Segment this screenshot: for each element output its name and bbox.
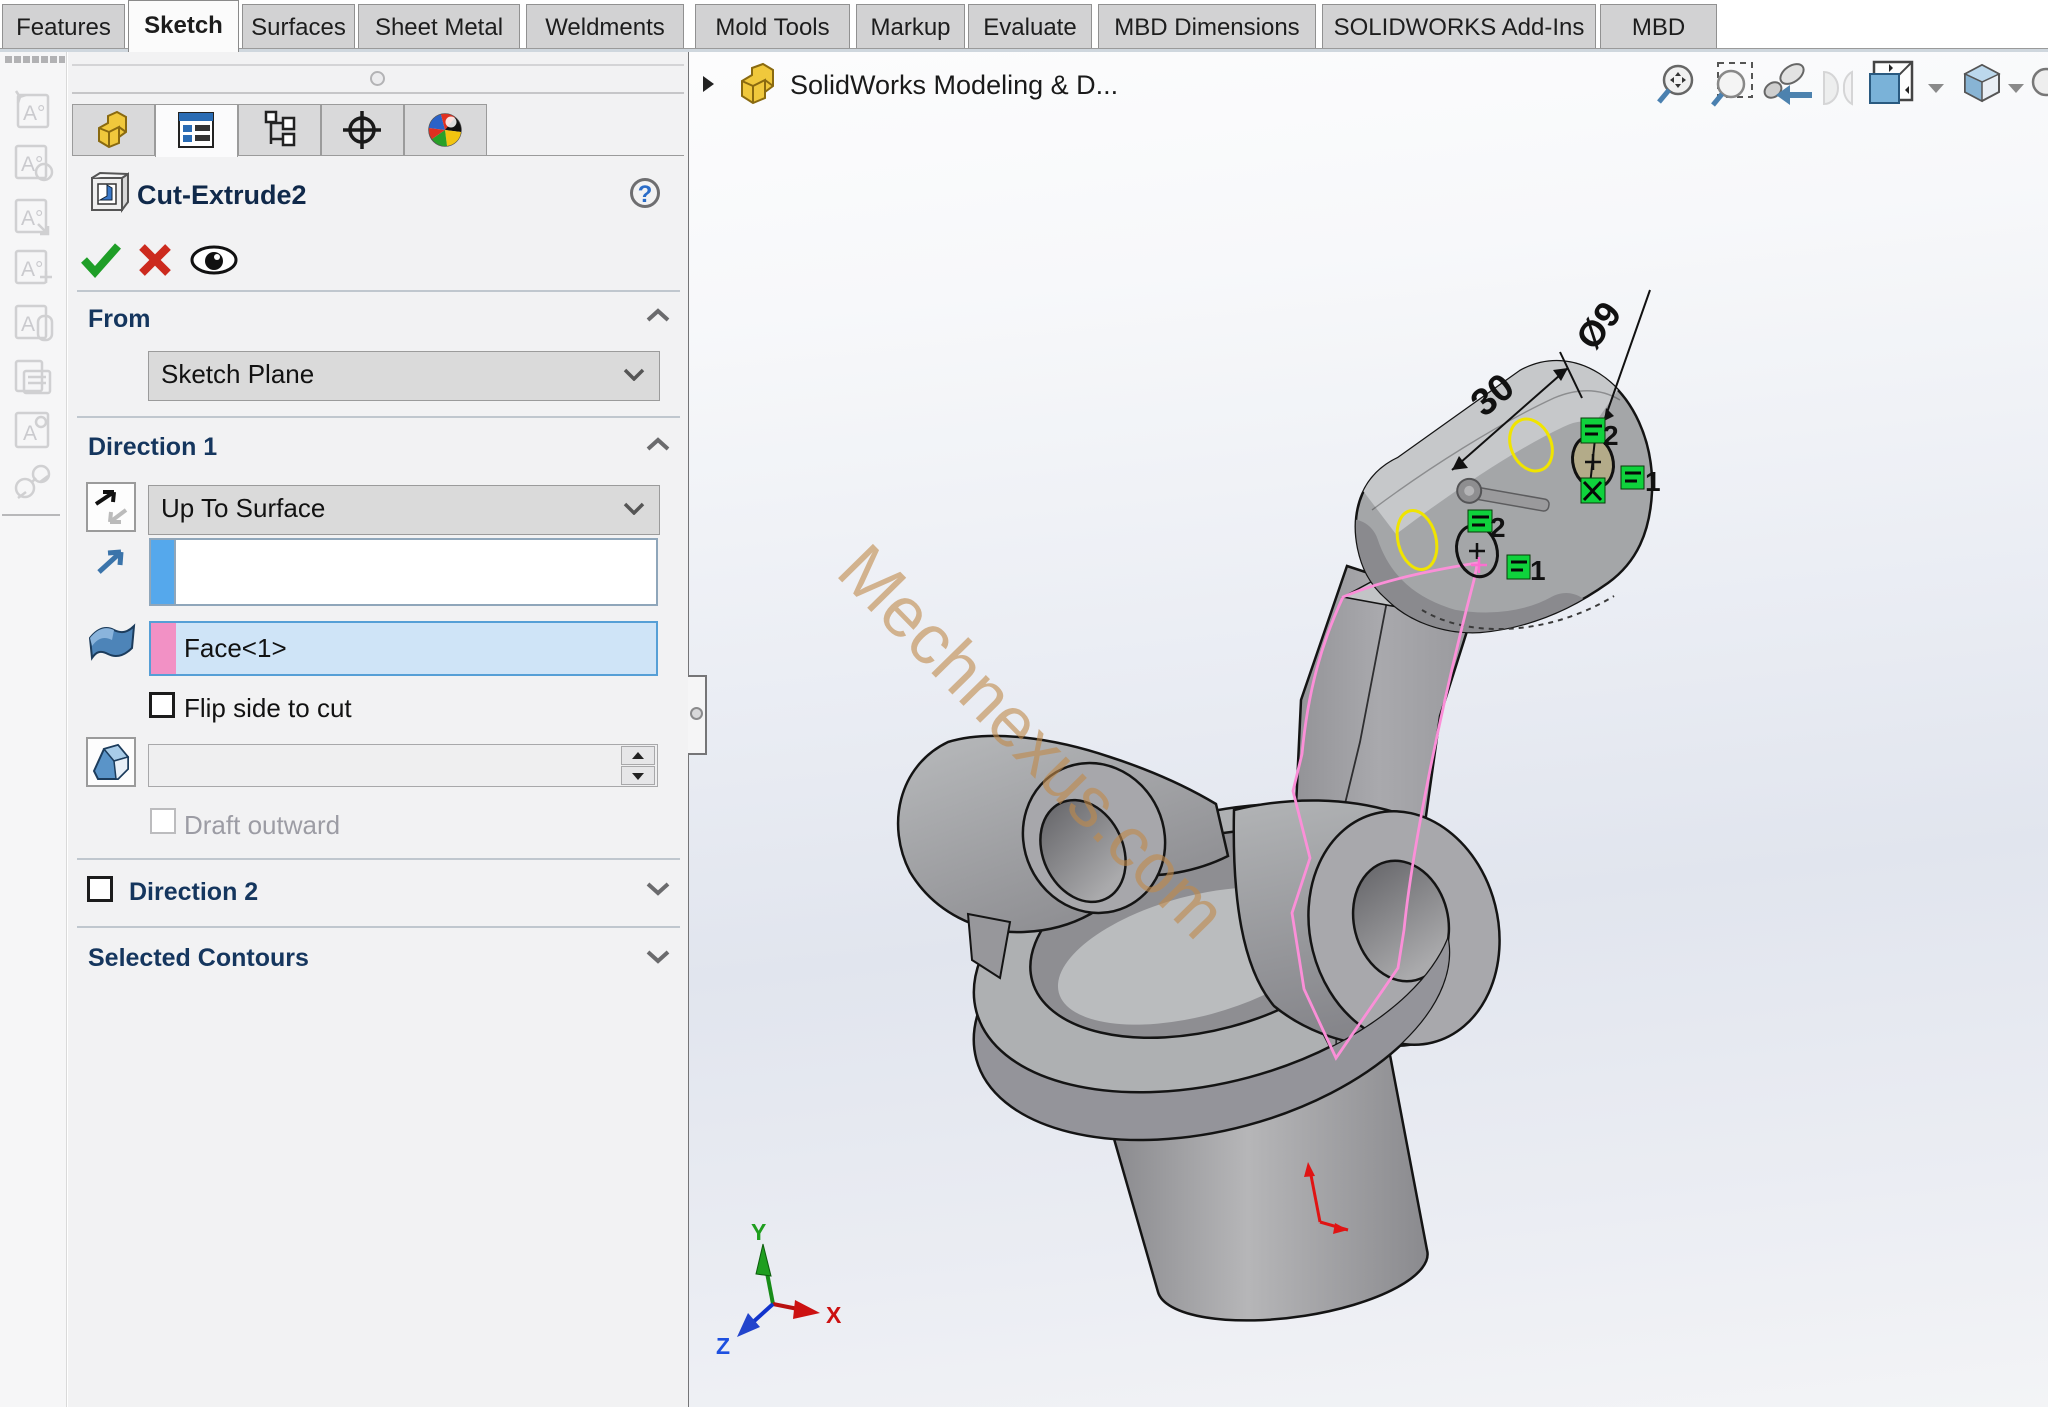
svg-text:SolidWorks Modeling & D...: SolidWorks Modeling & D... <box>790 70 1118 100</box>
svg-text:2: 2 <box>1603 420 1619 451</box>
svg-text:A: A <box>23 422 37 445</box>
svg-text:A: A <box>21 313 35 336</box>
svg-text:1: 1 <box>1645 466 1661 497</box>
svg-text:A°: A° <box>23 102 45 125</box>
svg-text:Ø9: Ø9 <box>1568 294 1630 357</box>
svg-text:Y: Y <box>751 1219 766 1245</box>
svg-text:X: X <box>826 1302 842 1328</box>
svg-text:Z: Z <box>716 1333 730 1359</box>
svg-text:2: 2 <box>1490 512 1506 543</box>
svg-text:1: 1 <box>1530 555 1546 586</box>
